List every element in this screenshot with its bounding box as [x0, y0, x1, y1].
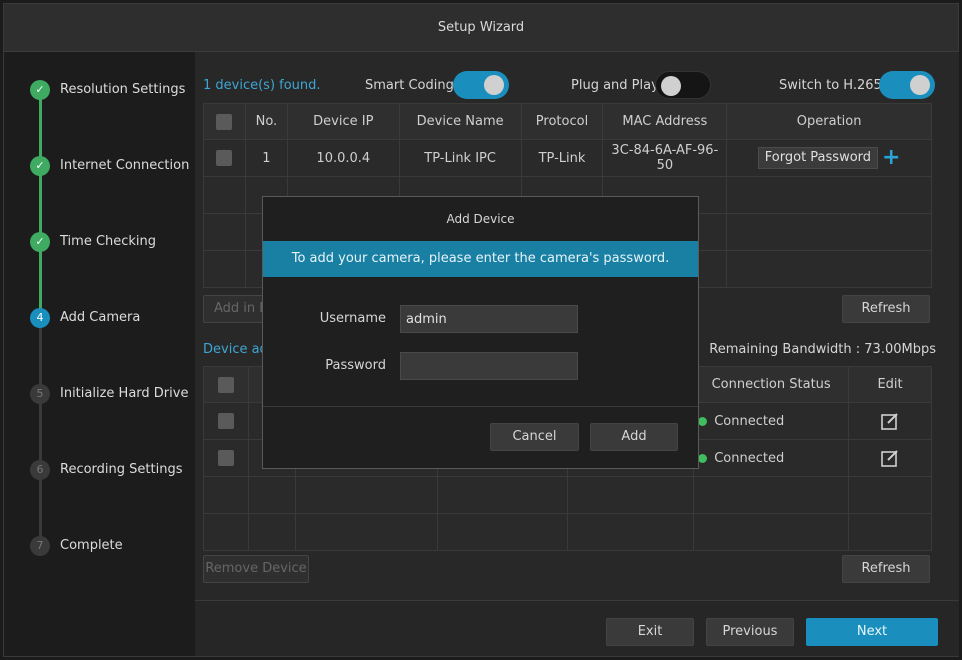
dialog-divider: [263, 406, 698, 407]
cancel-button[interactable]: Cancel: [490, 423, 579, 451]
username-label: Username: [319, 311, 386, 326]
dialog-title: Add Device: [446, 212, 515, 226]
add-button[interactable]: Add: [590, 423, 678, 451]
modal-overlay: Add Device To add your camera, please en…: [0, 0, 962, 660]
password-field[interactable]: [400, 352, 578, 380]
dialog-instruction-banner: To add your camera, please enter the cam…: [263, 241, 698, 277]
username-field[interactable]: [400, 305, 578, 333]
add-device-dialog: Add Device To add your camera, please en…: [262, 196, 699, 469]
password-label: Password: [325, 358, 386, 373]
